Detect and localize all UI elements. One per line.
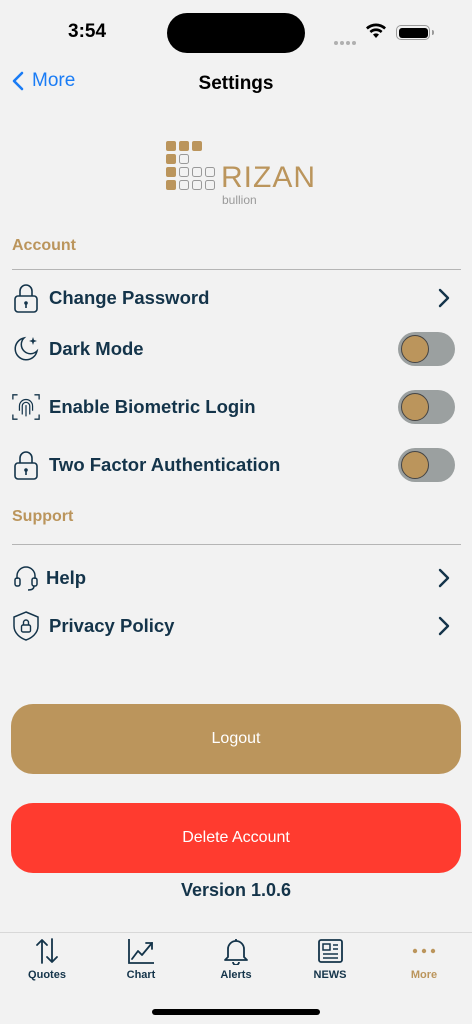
logo-sub: bullion	[222, 193, 257, 207]
biometric-toggle[interactable]	[398, 390, 455, 424]
lock-icon	[11, 450, 41, 480]
brand-logo: RIZAN bullion	[166, 141, 316, 207]
bell-icon	[224, 939, 248, 965]
status-bar: 3:54	[0, 0, 472, 60]
tab-label: More	[410, 969, 438, 981]
home-indicator	[152, 1009, 320, 1015]
divider	[12, 269, 461, 270]
tab-alerts[interactable]: Alerts	[189, 937, 283, 997]
tab-news[interactable]: NEWS	[283, 937, 377, 997]
settings-row-dark-mode: Dark Mode	[0, 324, 472, 374]
settings-row-two-factor: Two Factor Authentication	[0, 440, 472, 490]
chevron-right-icon	[438, 568, 450, 588]
battery-icon	[396, 25, 434, 40]
tab-more[interactable]: More	[377, 937, 471, 997]
shield-lock-icon	[11, 611, 41, 641]
settings-row-biometric: Enable Biometric Login	[0, 382, 472, 432]
chevron-right-icon	[438, 288, 450, 308]
settings-row-privacy-policy[interactable]: Privacy Policy	[0, 601, 472, 651]
lock-icon	[11, 283, 41, 313]
tab-label: Alerts	[220, 969, 252, 981]
chart-icon	[128, 939, 154, 964]
cellular-signal-icon	[334, 32, 358, 50]
moon-icon	[11, 334, 41, 364]
tab-label: Chart	[126, 969, 156, 981]
more-dots-icon	[412, 948, 436, 954]
tab-quotes[interactable]: Quotes	[0, 937, 94, 997]
delete-account-button[interactable]: Delete Account	[11, 803, 461, 873]
status-time: 3:54	[68, 21, 107, 42]
dark-mode-toggle[interactable]	[398, 332, 455, 366]
page-title: Settings	[198, 73, 274, 94]
settings-row-change-password[interactable]: Change Password	[0, 273, 472, 323]
two-factor-toggle[interactable]	[398, 448, 455, 482]
section-title-account: Account	[12, 237, 76, 254]
tab-chart[interactable]: Chart	[94, 937, 188, 997]
row-label: Enable Biometric Login	[49, 396, 256, 417]
headset-icon	[11, 563, 41, 593]
tab-label: NEWS	[313, 969, 347, 981]
row-label: Change Password	[49, 287, 210, 308]
row-label: Dark Mode	[49, 338, 144, 359]
row-label: Privacy Policy	[49, 615, 175, 636]
divider	[12, 544, 461, 545]
fingerprint-icon	[11, 392, 41, 422]
newspaper-icon	[318, 939, 343, 963]
logo-name: RIZAN	[221, 161, 316, 194]
version-label: Version 1.0.6	[180, 880, 292, 900]
row-label: Help	[46, 567, 87, 588]
settings-row-help[interactable]: Help	[0, 553, 472, 603]
dynamic-island	[167, 13, 305, 53]
arrows-updown-icon	[36, 938, 58, 964]
row-label: Two Factor Authentication	[49, 454, 281, 475]
tab-label: Quotes	[28, 969, 66, 981]
wifi-icon	[365, 22, 387, 44]
section-title-support: Support	[12, 508, 74, 525]
logout-button[interactable]: Logout	[11, 704, 461, 774]
chevron-right-icon	[438, 616, 450, 636]
